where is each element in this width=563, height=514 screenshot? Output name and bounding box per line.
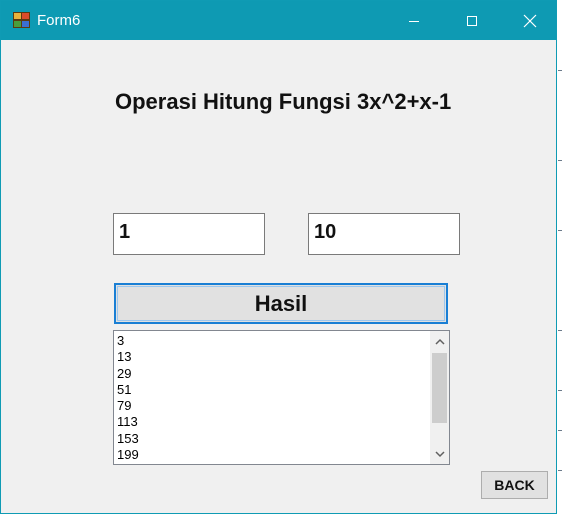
list-item[interactable]: 3 (117, 333, 425, 349)
list-item[interactable]: 79 (117, 398, 425, 414)
background-window-edge (557, 0, 563, 514)
start-value-input[interactable]: 1 (113, 213, 265, 255)
end-value-input[interactable]: 10 (308, 213, 460, 255)
list-item[interactable]: 113 (117, 414, 425, 430)
results-list: 3 13 29 51 79 113 153 199 (117, 333, 425, 463)
list-item[interactable]: 29 (117, 366, 425, 382)
chevron-down-icon (434, 450, 445, 457)
list-item[interactable]: 51 (117, 382, 425, 398)
form-app-icon (12, 11, 30, 28)
window-title: Form6 (37, 12, 81, 29)
back-button-label: BACK (494, 477, 535, 493)
list-item[interactable]: 199 (117, 447, 425, 463)
minimize-button[interactable] (385, 1, 443, 40)
scroll-up-button[interactable] (430, 332, 449, 350)
back-button[interactable]: BACK (481, 471, 548, 499)
page-title: Operasi Hitung Fungsi 3x^2+x-1 (115, 89, 452, 114)
chevron-up-icon (434, 338, 445, 345)
minimize-icon (409, 20, 419, 22)
vertical-scrollbar[interactable] (430, 331, 449, 464)
maximize-icon (467, 15, 477, 26)
title-bar[interactable]: Form6 (1, 1, 556, 40)
maximize-button[interactable] (443, 1, 501, 40)
results-listbox[interactable]: 3 13 29 51 79 113 153 199 (113, 330, 450, 465)
close-icon (523, 14, 537, 27)
form6-window: Form6 Operasi Hitung Fungsi 3x^2+x-1 1 1… (0, 0, 557, 514)
scroll-down-button[interactable] (430, 445, 449, 463)
scroll-thumb[interactable] (432, 353, 447, 423)
hasil-button[interactable]: Hasil (114, 283, 448, 324)
list-item[interactable]: 153 (117, 431, 425, 447)
list-item[interactable]: 13 (117, 349, 425, 365)
close-button[interactable] (501, 1, 559, 40)
